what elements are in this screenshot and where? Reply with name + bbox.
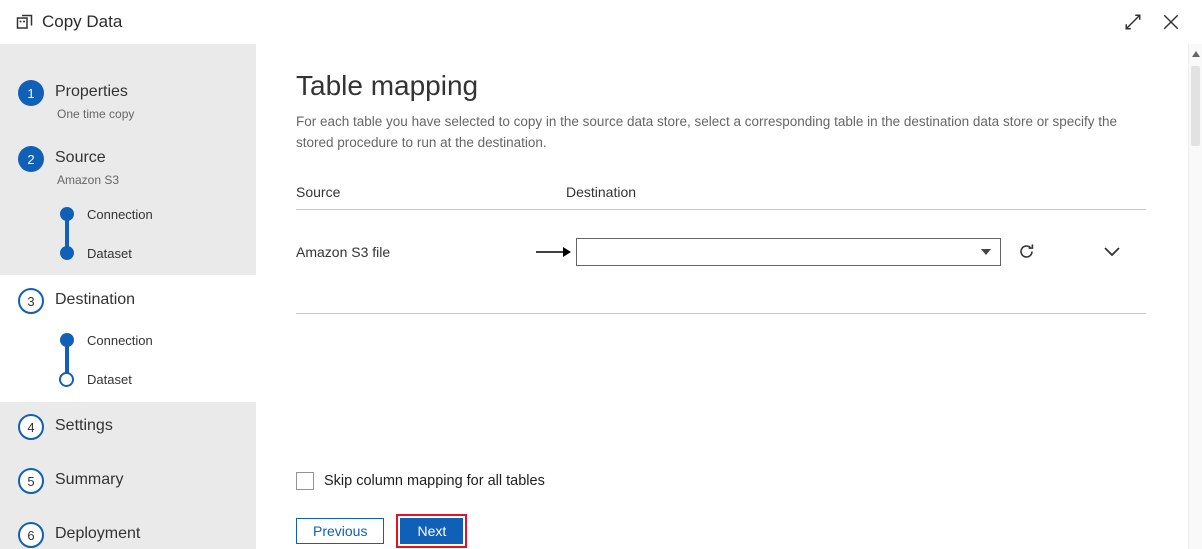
vertical-scrollbar[interactable] — [1188, 44, 1202, 549]
mapping-column-headers: Source Destination — [296, 184, 1146, 210]
refresh-icon[interactable] — [1017, 242, 1036, 261]
page-description: For each table you have selected to copy… — [296, 114, 1117, 150]
step-number-properties: 1 — [18, 80, 44, 106]
main-panel: Table mapping For each table you have se… — [256, 44, 1188, 549]
wizard-buttons: Previous Next — [296, 513, 1188, 548]
copy-data-wizard-dialog: Copy Data 1 Properties One time copy 2 S… — [0, 0, 1202, 549]
scrollbar-thumb[interactable] — [1191, 66, 1200, 146]
sidebar-item-destination[interactable]: Destination — [55, 291, 135, 309]
skip-column-mapping-label: Skip column mapping for all tables — [324, 472, 545, 489]
step-number-source: 2 — [18, 146, 44, 172]
close-icon[interactable] — [1162, 13, 1180, 31]
sidebar-item-summary[interactable]: Summary — [55, 471, 123, 489]
scroll-up-icon[interactable] — [1192, 51, 1200, 57]
sidebar-item-properties[interactable]: Properties — [55, 83, 128, 101]
sidebar-item-source-sublabel: Amazon S3 — [57, 173, 120, 187]
step-number-settings: 4 — [18, 414, 44, 440]
next-button-annotation-box: Next — [396, 513, 468, 548]
step-number-summary: 5 — [18, 468, 44, 494]
source-table-label: Amazon S3 file — [296, 243, 391, 260]
previous-button[interactable]: Previous — [296, 517, 385, 544]
skip-column-mapping-row: Skip column mapping for all tables — [296, 471, 1188, 490]
step-number-deployment: 6 — [18, 522, 44, 548]
destination-table-dropdown[interactable] — [576, 237, 1001, 266]
sidebar-item-properties-sublabel: One time copy — [57, 107, 135, 121]
copy-data-icon — [16, 13, 34, 36]
chevron-down-icon[interactable] — [1104, 247, 1120, 257]
sidebar-item-settings[interactable]: Settings — [55, 417, 113, 435]
titlebar: Copy Data — [0, 0, 1202, 44]
page-title: Table mapping — [296, 70, 479, 101]
sidebar-item-destination-connection[interactable]: Connection — [87, 333, 153, 348]
dialog-title: Copy Data — [42, 12, 123, 31]
source-column-header: Source — [296, 183, 341, 200]
wizard-steps-sidebar: 1 Properties One time copy 2 Source Amaz… — [0, 44, 256, 549]
step-number-destination: 3 — [18, 288, 44, 314]
sidebar-item-destination-dataset[interactable]: Dataset — [87, 372, 132, 387]
destination-dataset-dot — [59, 372, 74, 387]
source-connection-dot — [60, 207, 74, 221]
caret-down-icon — [981, 248, 991, 255]
skip-column-mapping-checkbox[interactable] — [296, 471, 314, 490]
expand-icon[interactable] — [1124, 13, 1142, 31]
next-button[interactable]: Next — [400, 517, 464, 544]
source-dataset-dot — [60, 246, 74, 260]
sidebar-item-source[interactable]: Source — [55, 149, 106, 167]
sidebar-item-deployment[interactable]: Deployment — [55, 525, 140, 543]
destination-connection-dot — [60, 333, 74, 347]
sidebar-item-source-connection[interactable]: Connection — [87, 207, 153, 222]
sidebar-item-source-dataset[interactable]: Dataset — [87, 246, 132, 261]
right-arrow-icon — [536, 246, 572, 258]
destination-column-header: Destination — [566, 183, 637, 200]
table-mapping-row: Amazon S3 file — [296, 210, 1146, 314]
